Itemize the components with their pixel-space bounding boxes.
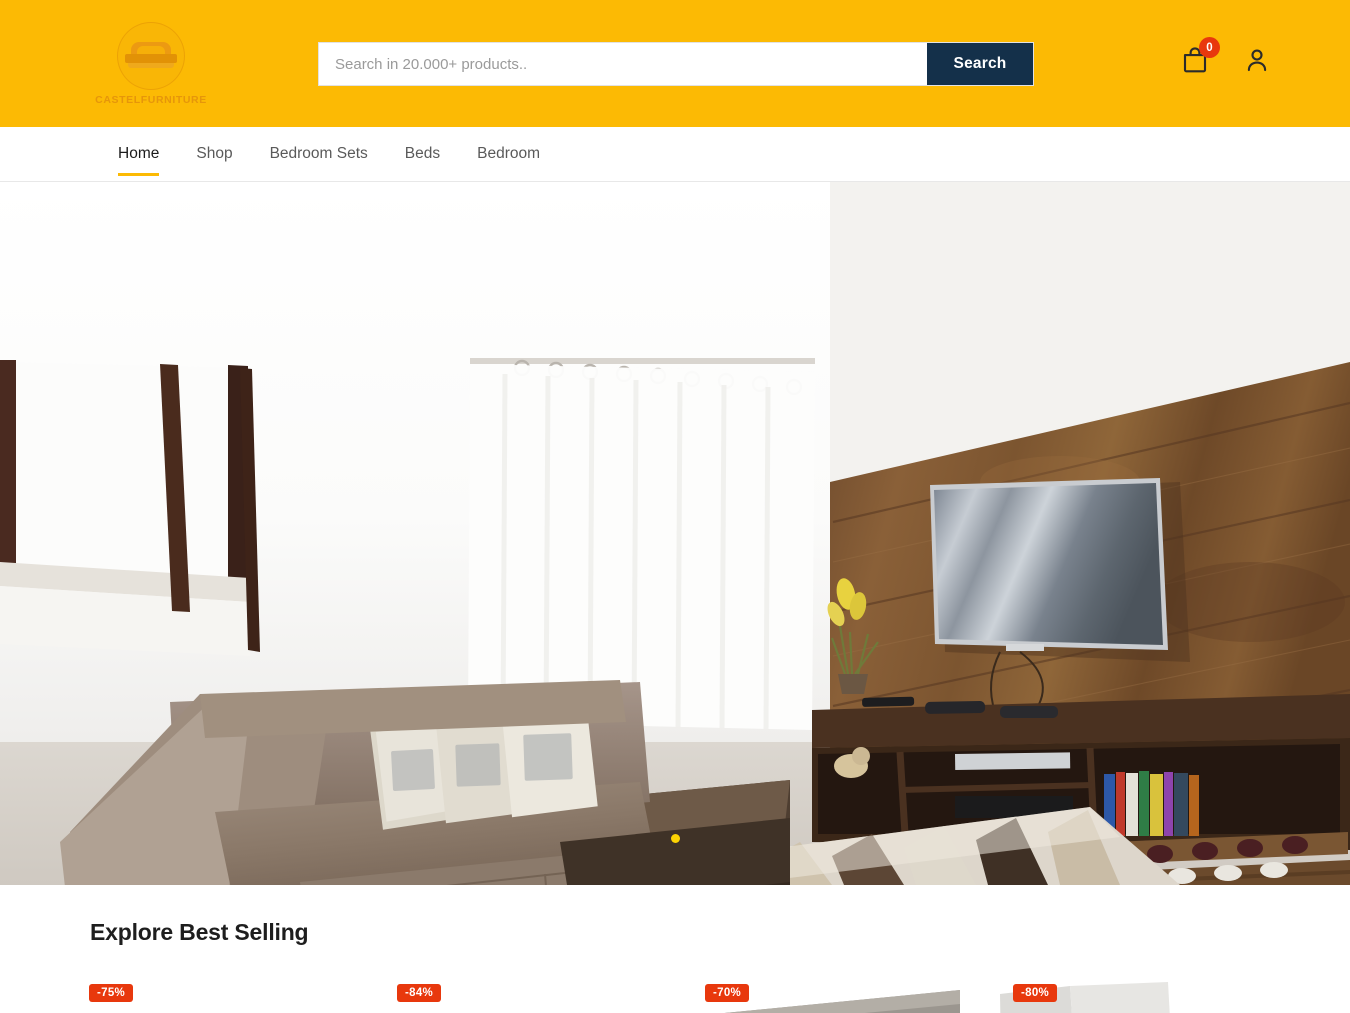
hero-dot-1[interactable]: [670, 834, 680, 843]
user-icon: [1247, 49, 1267, 72]
search-bar[interactable]: Search: [318, 42, 1034, 86]
discount-badge: -75%: [89, 984, 134, 1002]
nav-item-home[interactable]: Home: [118, 127, 160, 182]
nav-label: Home: [118, 145, 160, 162]
nav-item-shop[interactable]: Shop: [196, 127, 232, 182]
discount-badge: -84%: [397, 984, 442, 1002]
product-card[interactable]: -70%: [686, 972, 972, 1013]
site-header: CASTELFURNITURE Search 0: [0, 0, 1350, 127]
cart-button[interactable]: 0: [1180, 37, 1220, 75]
nav-item-beds[interactable]: Beds: [405, 127, 440, 182]
best-selling-section: Explore Best Selling -75% -84% -70% -80%: [0, 919, 1350, 1013]
bed-icon: [125, 40, 177, 72]
hero-image: [0, 182, 1350, 885]
product-grid: -75% -84% -70% -80%: [0, 972, 1350, 1013]
nav-label: Bedroom: [477, 145, 541, 162]
product-card[interactable]: -75%: [70, 972, 356, 1013]
nav-label: Shop: [196, 145, 233, 162]
product-card[interactable]: -84%: [378, 972, 664, 1013]
brand-logo[interactable]: CASTELFURNITURE: [95, 18, 207, 110]
cart-count-badge: 0: [1199, 37, 1220, 58]
logo-circle: [117, 22, 185, 90]
discount-badge: -70%: [705, 984, 750, 1002]
account-button[interactable]: [1242, 45, 1272, 75]
main-navigation: Home Shop Bedroom Sets Beds Bedroom: [0, 127, 1350, 182]
nav-label: Beds: [404, 145, 441, 162]
hero-pagination[interactable]: [0, 834, 1350, 843]
header-actions: 0: [1180, 37, 1272, 75]
search-button[interactable]: Search: [927, 43, 1033, 85]
nav-item-bedroom[interactable]: Bedroom: [477, 127, 540, 182]
nav-item-bedroom-sets[interactable]: Bedroom Sets: [270, 127, 368, 182]
brand-name: CASTELFURNITURE: [95, 94, 207, 106]
section-title: Explore Best Selling: [90, 919, 309, 945]
search-input[interactable]: [319, 43, 927, 85]
product-card[interactable]: -80%: [994, 972, 1280, 1013]
discount-badge: -80%: [1013, 984, 1058, 1002]
nav-label: Bedroom Sets: [269, 145, 368, 162]
hero-slider[interactable]: [0, 182, 1350, 885]
